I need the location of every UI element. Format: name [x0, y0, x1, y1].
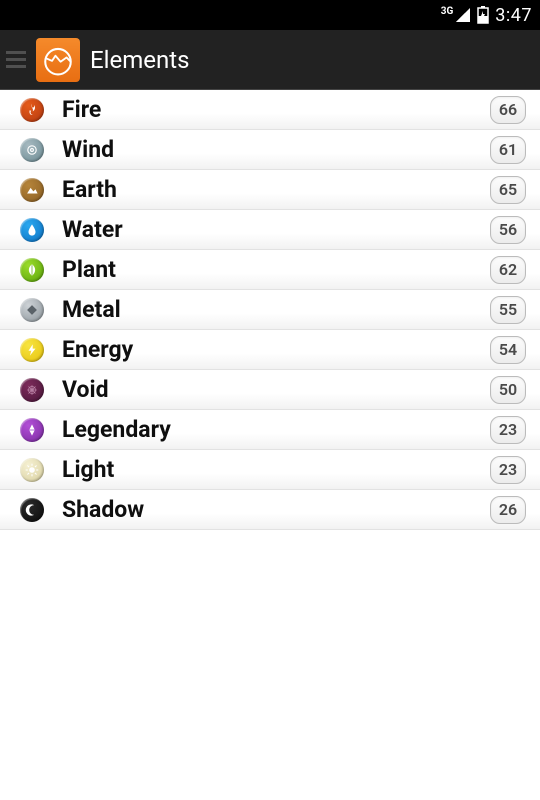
legendary-icon [20, 418, 44, 442]
element-label: Light [62, 456, 490, 483]
energy-icon [20, 338, 44, 362]
earth-icon [20, 178, 44, 202]
count-badge: 62 [490, 256, 526, 284]
menu-icon[interactable] [6, 51, 26, 68]
cell-signal-icon [455, 7, 471, 23]
count-badge: 65 [490, 176, 526, 204]
element-label: Fire [62, 96, 490, 123]
count-badge: 50 [490, 376, 526, 404]
plant-icon [20, 258, 44, 282]
list-item[interactable]: Fire66 [0, 90, 540, 130]
list-item[interactable]: Shadow26 [0, 490, 540, 530]
count-badge: 61 [490, 136, 526, 164]
count-badge: 66 [490, 96, 526, 124]
list-item[interactable]: Water56 [0, 210, 540, 250]
element-label: Legendary [62, 416, 490, 443]
shadow-icon [20, 498, 44, 522]
count-badge: 54 [490, 336, 526, 364]
element-label: Water [62, 216, 490, 243]
element-label: Shadow [62, 496, 490, 523]
list-item[interactable]: Plant62 [0, 250, 540, 290]
element-label: Void [62, 376, 490, 403]
status-bar: 3G 3:47 [0, 0, 540, 30]
water-icon [20, 218, 44, 242]
clock: 3:47 [495, 5, 532, 26]
app-bar: Elements [0, 30, 540, 90]
count-badge: 23 [490, 456, 526, 484]
list-item[interactable]: Legendary23 [0, 410, 540, 450]
element-label: Energy [62, 336, 490, 363]
network-indicator: 3G [441, 6, 454, 17]
count-badge: 23 [490, 416, 526, 444]
element-label: Plant [62, 256, 490, 283]
list-item[interactable]: Wind61 [0, 130, 540, 170]
metal-icon [20, 298, 44, 322]
wind-icon [20, 138, 44, 162]
element-label: Wind [62, 136, 490, 163]
list-item[interactable]: Metal55 [0, 290, 540, 330]
list-item[interactable]: Earth65 [0, 170, 540, 210]
element-label: Earth [62, 176, 490, 203]
count-badge: 55 [490, 296, 526, 324]
list-item[interactable]: Energy54 [0, 330, 540, 370]
list-item[interactable]: Light23 [0, 450, 540, 490]
count-badge: 56 [490, 216, 526, 244]
light-icon [20, 458, 44, 482]
list-item[interactable]: Void50 [0, 370, 540, 410]
app-icon[interactable] [36, 38, 80, 82]
element-label: Metal [62, 296, 490, 323]
page-title: Elements [90, 46, 189, 74]
battery-icon [477, 6, 489, 24]
void-icon [20, 378, 44, 402]
fire-icon [20, 98, 44, 122]
count-badge: 26 [490, 496, 526, 524]
elements-list: Fire66Wind61Earth65Water56Plant62Metal55… [0, 90, 540, 530]
